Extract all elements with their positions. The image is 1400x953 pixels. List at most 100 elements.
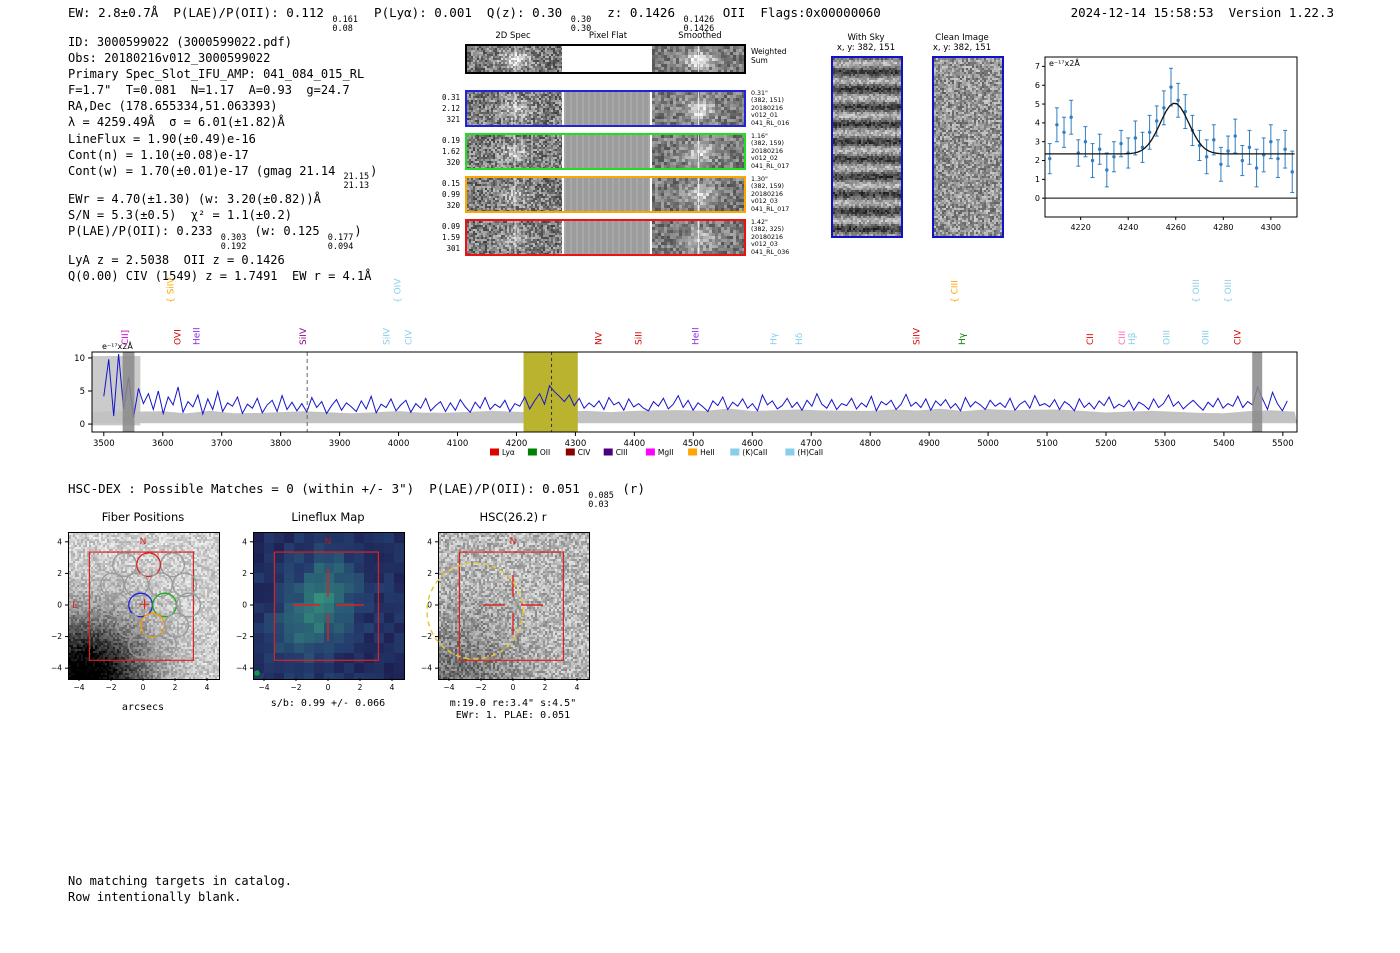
compass-north-label: N bbox=[140, 537, 147, 547]
svg-text:2: 2 bbox=[358, 683, 363, 692]
elixer-report-page: EW: 2.8±0.7Å P(LAE)/P(OII): 0.112 0.161 0… bbox=[0, 0, 1400, 953]
svg-text:5: 5 bbox=[80, 387, 85, 397]
info-line: EWr = 4.70(±1.30) (w: 3.20(±0.82))Å bbox=[68, 192, 321, 207]
svg-text:4300: 4300 bbox=[1261, 223, 1281, 232]
svg-text:2: 2 bbox=[1035, 156, 1040, 165]
svg-text:0: 0 bbox=[242, 601, 247, 610]
extraction-box bbox=[458, 551, 565, 661]
smoothed-image bbox=[652, 178, 744, 211]
emission-line-label: SiIV bbox=[383, 327, 393, 345]
full-spectrum-plot: 05103500 3600 3700 3800 3900 4000 4100 4200 4300… bbox=[74, 277, 1298, 457]
info-line: Cont(n) = 1.10(±0.08)e-17 bbox=[68, 147, 249, 162]
info-line: F=1.7" T=0.081 N=1.17 A=0.93 g=24.7 bbox=[68, 83, 350, 98]
info-line: RA,Dec (178.655334,51.063393) bbox=[68, 99, 278, 114]
emission-line-label: Hγ bbox=[958, 332, 968, 345]
smoothed-image bbox=[652, 135, 744, 168]
svg-text:3500: 3500 bbox=[93, 439, 115, 449]
emission-line-label: { SiIV bbox=[166, 277, 176, 303]
emission-line-label: Hγ bbox=[769, 332, 779, 345]
info-line: Cont(w) = 1.70(±0.01)e-17 (gmag 21.14 21… bbox=[68, 163, 378, 192]
svg-text:−4: −4 bbox=[443, 683, 454, 692]
svg-text:7: 7 bbox=[1035, 62, 1040, 71]
summary-header: EW: 2.8±0.7Å P(LAE)/P(OII): 0.112 0.161 0… bbox=[68, 5, 881, 34]
aperture-dashed-circle bbox=[426, 562, 524, 660]
svg-text:2: 2 bbox=[242, 569, 247, 578]
spec2d-image bbox=[467, 221, 562, 254]
emission-line-label: OVI bbox=[173, 329, 183, 345]
spec2d-row-right-label: 0.31" (382, 151) 20180216 v012_01 041_RL… bbox=[751, 90, 790, 127]
svg-text:(H)CaII: (H)CaII bbox=[797, 448, 823, 457]
lineflux-map-overlay: −4 −4 −2 −2 0 0 2 2 4 4 N bbox=[236, 537, 395, 692]
svg-text:3: 3 bbox=[1035, 137, 1040, 146]
emission-line-label: OIII bbox=[1163, 330, 1173, 345]
compass-north-label: N bbox=[510, 537, 517, 547]
fiber-circle bbox=[104, 592, 130, 618]
svg-text:2: 2 bbox=[173, 683, 178, 692]
compass-east-label: E bbox=[72, 601, 78, 611]
svg-text:5100: 5100 bbox=[1036, 439, 1058, 449]
svg-text:0: 0 bbox=[57, 601, 62, 610]
sky-panel-coords: x, y: 382, 151 bbox=[836, 43, 896, 53]
svg-text:4: 4 bbox=[1035, 119, 1040, 128]
hsc-dex-line: HSC-DEX : Possible Matches = 0 (within +… bbox=[68, 481, 645, 510]
stacked-uncertainty: 0.303 0.192 bbox=[220, 232, 247, 252]
pixelflat-image bbox=[564, 46, 650, 72]
svg-text:HeII: HeII bbox=[700, 448, 715, 457]
spec2d-row-right-label: 1.16" (382, 159) 20180216 v012_02 041_RL… bbox=[751, 133, 790, 170]
pixelflat-image bbox=[564, 221, 650, 254]
spec2d-row bbox=[465, 90, 746, 127]
fiber-circles bbox=[100, 552, 202, 658]
svg-text:−2: −2 bbox=[105, 683, 116, 692]
fiber-circle bbox=[128, 632, 154, 658]
svg-text:−2: −2 bbox=[236, 632, 247, 641]
svg-text:CIV: CIV bbox=[578, 448, 591, 457]
col-header-pixelflat: Pixel Flat bbox=[588, 31, 628, 41]
info-line: λ = 4259.49Å σ = 6.01(±1.82)Å bbox=[68, 115, 285, 130]
smoothed-image bbox=[652, 221, 744, 254]
errorbar-points bbox=[1047, 67, 1295, 194]
svg-text:4: 4 bbox=[242, 537, 247, 546]
fiber-circle bbox=[124, 572, 150, 598]
emission-line-label: { OIV bbox=[393, 278, 403, 303]
spec2d-row-left-label: 0.09 1.59 301 bbox=[441, 222, 460, 253]
svg-text:5300: 5300 bbox=[1154, 439, 1176, 449]
svg-text:−4: −4 bbox=[236, 664, 247, 673]
sky-mask-band bbox=[122, 352, 135, 432]
spec2d-image bbox=[467, 46, 562, 72]
inset-axes: 0 1 2 3 4 5 6 7 4220 4240 4260 4280 4300 bbox=[1035, 62, 1281, 232]
svg-text:0: 0 bbox=[80, 420, 85, 430]
svg-text:4000: 4000 bbox=[388, 439, 410, 449]
fiber-circle bbox=[152, 592, 178, 618]
svg-text:0: 0 bbox=[141, 683, 146, 692]
svg-text:1: 1 bbox=[1035, 175, 1040, 184]
fiber-circle bbox=[152, 632, 178, 658]
svg-text:−4: −4 bbox=[51, 664, 62, 673]
emission-line-label: { OIII bbox=[1192, 279, 1202, 303]
hsc-cutout-panel: HSC(26.2) r −4 −4 −2 −2 0 0 2 2 4 4 N m:19.0 re:3.… bbox=[416, 510, 610, 724]
svg-text:4100: 4100 bbox=[447, 439, 469, 449]
emission-line-label: SiII bbox=[634, 331, 644, 345]
svg-text:0: 0 bbox=[511, 683, 516, 692]
cutout-axes: −4−4−2−2002244 bbox=[421, 537, 580, 692]
line-fit-window-band bbox=[523, 352, 578, 432]
svg-text:5200: 5200 bbox=[1095, 439, 1117, 449]
hsc-caption-1: m:19.0 re:3.4" s:4.5" bbox=[449, 698, 577, 709]
svg-text:CIII: CIII bbox=[616, 448, 628, 457]
svg-text:3900: 3900 bbox=[329, 439, 351, 449]
svg-text:2: 2 bbox=[427, 569, 432, 578]
sky-mask-band bbox=[1252, 352, 1263, 432]
emission-line-label: CII] bbox=[121, 330, 131, 345]
spec2d-row-right-label: 1.30" (382, 159) 20180216 v012_03 041_RL… bbox=[751, 176, 790, 213]
stacked-uncertainty: 21.15 21.13 bbox=[343, 172, 370, 192]
svg-text:−2: −2 bbox=[421, 632, 432, 641]
svg-text:−2: −2 bbox=[290, 683, 301, 692]
footer-line-2: Row intentionally blank. bbox=[68, 890, 242, 904]
spec2d-image bbox=[467, 178, 562, 211]
info-block: ID: 3000599022 (3000599022.pdf) Obs: 2018… bbox=[68, 34, 377, 284]
stacked-uncertainty: 0.177 0.094 bbox=[327, 232, 354, 252]
emission-line-label: SiIV bbox=[913, 327, 923, 345]
emission-line-label: OIII bbox=[1202, 330, 1212, 345]
svg-text:0: 0 bbox=[1035, 194, 1040, 203]
info-line: P(LAE)/P(OII): 0.233 0.303 0.192 (w: 0.12… bbox=[68, 224, 362, 252]
svg-text:3700: 3700 bbox=[211, 439, 233, 449]
